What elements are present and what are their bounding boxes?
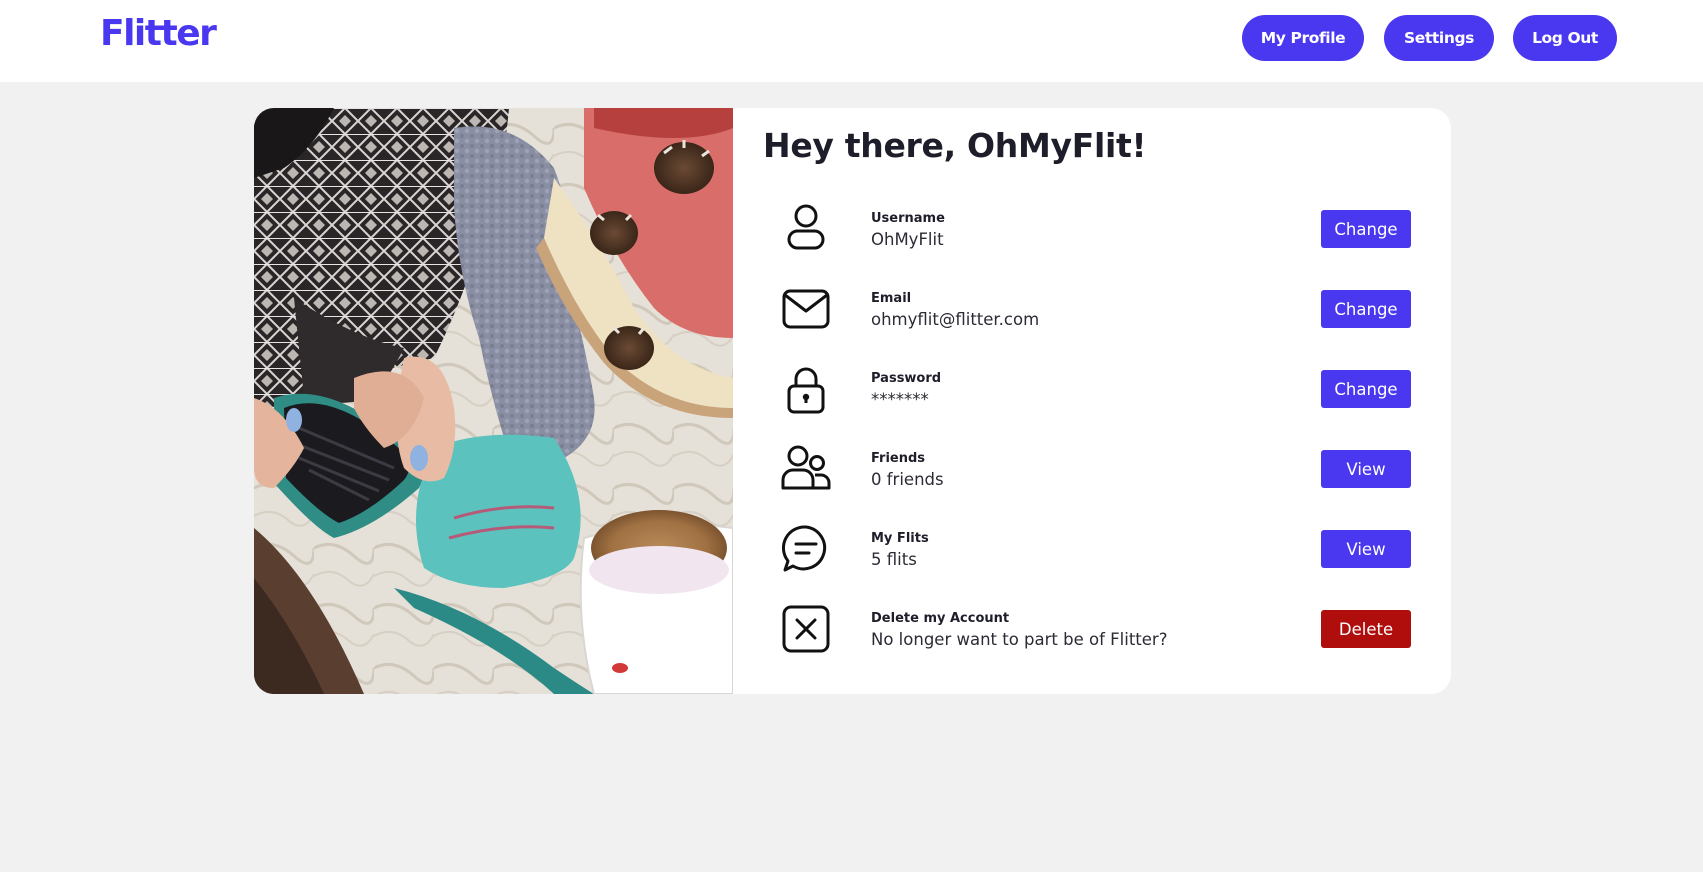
username-row: Username OhMyFlit Change (781, 204, 1411, 284)
greeting-heading: Hey there, OhMyFlit! (763, 126, 1147, 165)
delete-account-button[interactable]: Delete (1321, 610, 1411, 648)
friends-row: Friends 0 friends View (781, 444, 1411, 524)
my-profile-button[interactable]: My Profile (1242, 15, 1364, 61)
my-flits-row: My Flits 5 flits View (781, 524, 1411, 604)
view-friends-button[interactable]: View (1321, 450, 1411, 488)
log-out-button[interactable]: Log Out (1513, 15, 1617, 61)
chat-bubble-icon (781, 525, 827, 572)
close-box-icon (782, 605, 830, 653)
profile-photo (254, 108, 733, 694)
flitter-logo[interactable]: Flitter (100, 13, 217, 54)
email-row: Email ohmyflit@flitter.com Change (781, 284, 1411, 364)
my-flits-label: My Flits (871, 531, 929, 546)
email-label: Email (871, 291, 912, 306)
friends-label: Friends (871, 451, 926, 466)
friends-value: 0 friends (871, 470, 944, 489)
view-flits-button[interactable]: View (1321, 530, 1411, 568)
delete-account-row: Delete my Account No longer want to part… (781, 604, 1411, 684)
lock-icon (787, 367, 825, 414)
username-value: OhMyFlit (871, 230, 944, 249)
change-password-button[interactable]: Change (1321, 370, 1411, 408)
mail-icon (782, 289, 830, 329)
settings-button[interactable]: Settings (1384, 15, 1494, 61)
lifestyle-photo-image (254, 108, 733, 694)
password-value: ******* (871, 390, 929, 409)
change-email-button[interactable]: Change (1321, 290, 1411, 328)
delete-account-label: Delete my Account (871, 611, 1010, 626)
profile-card: Hey there, OhMyFlit! Username OhMyFlit C… (254, 108, 1451, 694)
user-icon (787, 204, 825, 250)
delete-account-description: No longer want to part be of Flitter? (871, 630, 1168, 649)
email-value: ohmyflit@flitter.com (871, 310, 1040, 329)
change-username-button[interactable]: Change (1321, 210, 1411, 248)
password-row: Password ******* Change (781, 364, 1411, 444)
password-label: Password (871, 371, 942, 386)
username-label: Username (871, 211, 945, 226)
my-flits-value: 5 flits (871, 550, 917, 569)
top-navbar: Flitter My Profile Settings Log Out (0, 0, 1703, 82)
friends-icon (781, 445, 831, 490)
